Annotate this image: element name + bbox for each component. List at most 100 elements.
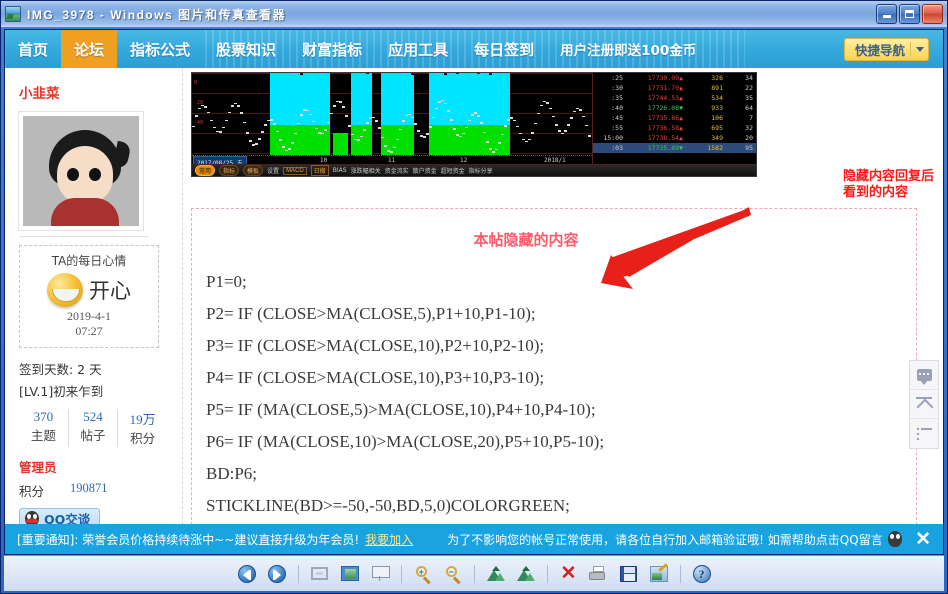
points-row: 积分 190871: [19, 481, 172, 500]
close-button[interactable]: [922, 4, 943, 24]
help-icon: ?: [692, 564, 711, 583]
chart-toolbar-button[interactable]: 指标分享: [469, 166, 493, 175]
side-button-comment[interactable]: [910, 361, 938, 390]
print-button[interactable]: [586, 561, 612, 587]
chart-toolbar-button[interactable]: 资金流实: [385, 166, 409, 175]
maximize-button[interactable]: [899, 4, 920, 24]
zoom-in-button[interactable]: +: [410, 561, 436, 587]
chart-toolbar-button[interactable]: BIAS: [333, 167, 347, 174]
chart-price-line: [495, 148, 498, 151]
slideshow-button[interactable]: [367, 561, 393, 587]
chart-price-line: [378, 127, 381, 129]
chart-toolbar-button[interactable]: 日撤: [310, 165, 329, 176]
minimize-icon: [882, 15, 891, 18]
stat-posts[interactable]: 524 帖子: [69, 409, 119, 447]
chart-price-line: [423, 136, 426, 138]
chart-price-line: [411, 116, 414, 119]
toolbar-separator: [546, 564, 548, 583]
stat-points[interactable]: 19万 积分: [118, 409, 167, 447]
mood-time: 07:27: [75, 324, 103, 338]
quote-volume: 349: [711, 134, 723, 142]
chart-price-line: [588, 135, 591, 137]
quick-nav-button[interactable]: 快捷导航: [843, 37, 929, 61]
delete-button[interactable]: ✕: [556, 561, 582, 587]
actual-size-button[interactable]: [307, 561, 333, 587]
notice-text-secondary: 为了不影响您的帐号正常使用，请各位自行加入邮箱验证哦! 如需帮助点击QQ留言: [447, 532, 883, 547]
nav-item-wealth-index[interactable]: 财富指标: [289, 30, 375, 68]
user-stats: 370 主题 524 帖子 19万 积分: [19, 409, 167, 447]
next-image-button[interactable]: [264, 561, 290, 587]
chart-price-line: [327, 121, 330, 124]
chart-toolbar-button[interactable]: 涨跌幅相关: [351, 166, 381, 175]
stat-posts-label: 帖子: [80, 428, 106, 443]
quote-table: :25 17730.09▲ 326 34:30 17731.70▲ 891 22:35 177…: [592, 73, 756, 166]
chart-toolbar-button[interactable]: 常用: [195, 165, 216, 176]
chart-price-line: [513, 119, 516, 122]
chevron-down-icon: [916, 46, 924, 52]
nav-item-home[interactable]: 首页: [5, 30, 61, 68]
nav-item-formula[interactable]: 指标公式: [117, 30, 203, 68]
chart-price-line: [525, 140, 528, 143]
chart-price-line: [261, 131, 264, 133]
chart-toolbar-button[interactable]: 指标: [219, 165, 240, 176]
chart-price-line: [249, 140, 252, 142]
rotate-counterclockwise-button[interactable]: [513, 561, 539, 587]
notice-close-button[interactable]: ✕: [915, 530, 931, 549]
nav-items: 首页 论坛 指标公式 股票知识 财富指标 应用工具 每日签到 用户注册即送100…: [5, 30, 709, 68]
chart-price-line: [573, 110, 576, 113]
quote-time: :45: [611, 114, 623, 122]
chart-price-line: [258, 138, 261, 140]
stat-points-label: 积分: [130, 431, 156, 446]
chart-toolbar-button[interactable]: MACD: [283, 166, 307, 175]
minimize-button[interactable]: [876, 4, 897, 24]
code-line: P6= IF (MA(CLOSE,10)>MA(CLOSE,20),P5+10,…: [206, 432, 605, 451]
annotation-line-1: 隐藏内容回复后: [842, 169, 934, 184]
qq-penguin-icon[interactable]: [887, 531, 902, 547]
actual-size-icon: [311, 567, 328, 580]
chart-price-line: [399, 128, 402, 131]
notice-text-primary: [重要通知]: 荣誉会员价格持续待涨中~~建议直接升级为年会员!: [17, 532, 360, 547]
chart-toolbar-button[interactable]: 超短资金: [441, 166, 465, 175]
help-button[interactable]: ?: [689, 561, 715, 587]
quote-price: 17735.86▲: [647, 114, 683, 122]
chart-price-line: [492, 151, 495, 153]
nav-item-register-bonus[interactable]: 用户注册即送100金币: [547, 30, 709, 68]
nav-item-stock-knowledge[interactable]: 股票知识: [203, 30, 289, 68]
chart-price-line: [435, 107, 438, 110]
quote-count: 32: [745, 124, 753, 132]
side-button-list[interactable]: [910, 419, 938, 448]
rotate-clockwise-button[interactable]: [483, 561, 509, 587]
previous-icon: [237, 564, 256, 583]
previous-image-button[interactable]: [234, 561, 260, 587]
chart-price-line: [393, 146, 396, 149]
save-as-button[interactable]: [616, 561, 642, 587]
zoom-out-button[interactable]: −: [440, 561, 466, 587]
chart-price-line: [276, 130, 279, 133]
chart-price-line: [279, 139, 282, 141]
image-canvas[interactable]: 首页 论坛 指标公式 股票知识 财富指标 应用工具 每日签到 用户注册即送100…: [4, 29, 944, 555]
chart-toolbar-button[interactable]: 设置: [267, 166, 279, 175]
chart-toolbar-button[interactable]: 模板: [243, 165, 264, 176]
chart-price-line: [207, 111, 210, 114]
avatar-eye-right: [89, 168, 101, 181]
quote-row: :03 17735.89▼ 1582 95: [593, 143, 756, 153]
stat-threads[interactable]: 370 主题: [19, 409, 69, 447]
nav-item-tools[interactable]: 应用工具: [375, 30, 461, 68]
avatar[interactable]: [18, 111, 144, 231]
chart-toolbar-button[interactable]: 散户资金: [413, 166, 437, 175]
chart-price-line: [363, 129, 366, 131]
side-button-back-to-top[interactable]: [910, 390, 938, 419]
notice-join-link[interactable]: 我要加入: [365, 531, 413, 548]
best-fit-button[interactable]: [337, 561, 363, 587]
chart-price-line: [519, 132, 522, 135]
edit-image-button[interactable]: [646, 561, 672, 587]
nav-item-forum[interactable]: 论坛: [61, 30, 118, 68]
chart-price-line: [204, 106, 207, 108]
quote-volume: 106: [711, 114, 723, 122]
nav-item-daily-signin[interactable]: 每日签到: [461, 30, 547, 68]
username[interactable]: 小韭菜: [19, 82, 172, 102]
chart-price-line: [255, 143, 258, 145]
chart-price-line: [501, 133, 504, 136]
chart-bar: [411, 125, 414, 155]
chart-price-line: [291, 142, 294, 144]
